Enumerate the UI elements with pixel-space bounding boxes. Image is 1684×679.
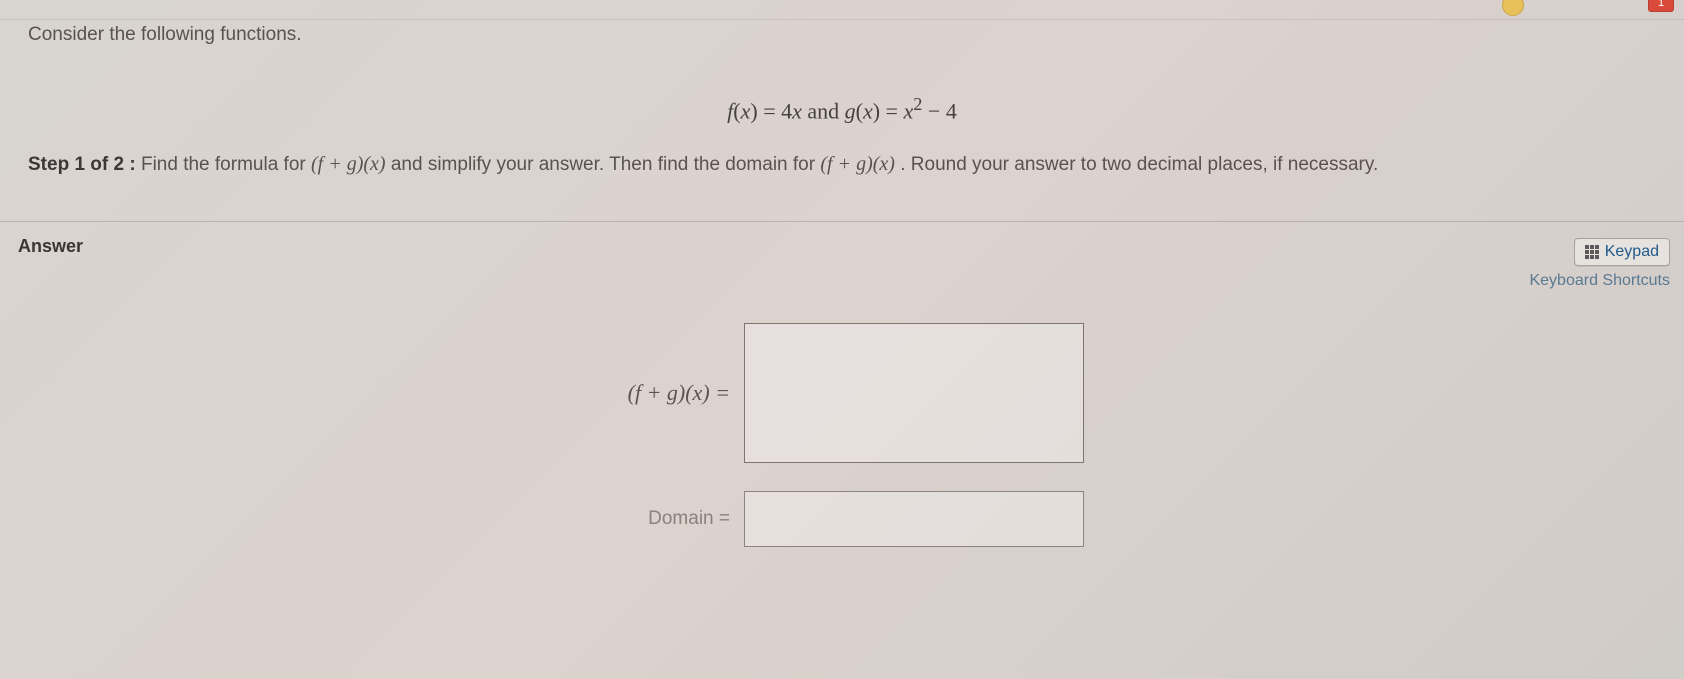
step-math-1: (f + g)(x) <box>311 153 386 175</box>
step-text-2: and simplify your answer. Then find the … <box>391 154 821 175</box>
step-label: Step 1 of 2 : <box>28 154 136 175</box>
keypad-button[interactable]: Keypad <box>1574 238 1670 266</box>
keypad-label: Keypad <box>1605 243 1659 261</box>
answer-tools: Keypad Keyboard Shortcuts <box>1529 238 1670 290</box>
coin-icon <box>1502 0 1524 16</box>
step-text-3: . Round your answer to two decimal place… <box>900 154 1378 175</box>
domain-label: Domain = <box>560 508 730 530</box>
question-prompt: Consider the following functions. <box>28 24 1656 46</box>
step-instruction: Step 1 of 2 : Find the formula for (f + … <box>28 148 1656 180</box>
notification-count: 1 <box>1658 0 1664 9</box>
domain-row: Domain = <box>560 491 1084 547</box>
top-bar: 1 <box>0 0 1684 20</box>
step-math-2: (f + g)(x) <box>820 153 895 175</box>
notification-badge[interactable]: 1 <box>1648 0 1674 12</box>
formula-input[interactable] <box>744 323 1084 463</box>
domain-input[interactable] <box>744 491 1084 547</box>
inputs-area: (f + g)(x) = Domain = <box>0 323 1684 547</box>
formula-row: (f + g)(x) = <box>560 323 1084 463</box>
answer-heading: Answer <box>0 222 1684 265</box>
formula-label: (f + g)(x) = <box>560 380 730 406</box>
question-area: Consider the following functions. f(x) =… <box>0 20 1684 197</box>
keyboard-shortcuts-link[interactable]: Keyboard Shortcuts <box>1529 272 1670 290</box>
keypad-icon <box>1585 245 1599 259</box>
functions-definition: f(x) = 4x and g(x) = x2 − 4 <box>28 94 1656 124</box>
step-text-1: Find the formula for <box>141 154 311 175</box>
